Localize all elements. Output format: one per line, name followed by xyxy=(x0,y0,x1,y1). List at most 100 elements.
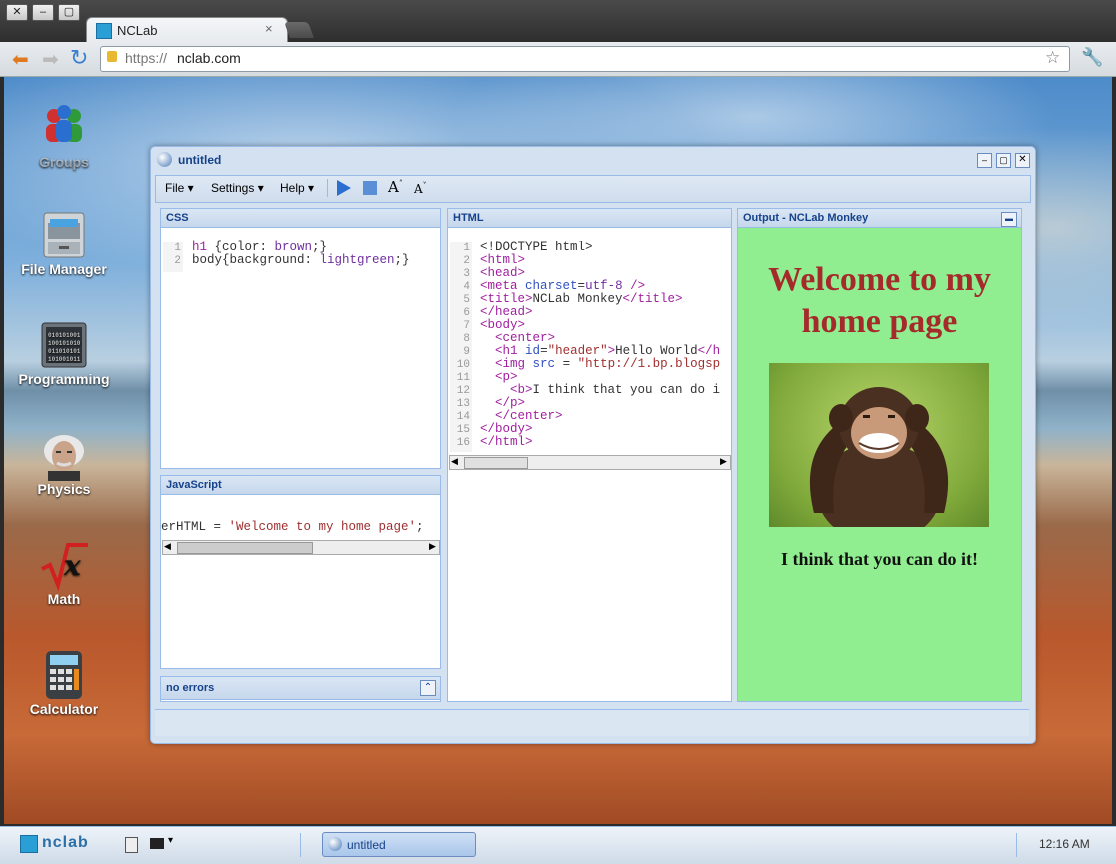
status-panel: no errors ⌃ xyxy=(160,676,441,702)
output-heading: Welcome to my home page xyxy=(768,261,991,340)
svg-text:011010101: 011010101 xyxy=(48,348,81,355)
clock: 12:16 AM xyxy=(1039,837,1090,851)
nclab-window: untitled – ▢ ✕ File ▾ Settings ▾ Help ▾ … xyxy=(150,146,1036,744)
taskbar-separator xyxy=(300,833,301,857)
menu-separator xyxy=(327,179,328,197)
taskbar-window-button[interactable]: untitled xyxy=(322,832,476,857)
window-menubar: File ▾ Settings ▾ Help ▾ A˄ A˅ xyxy=(155,175,1031,203)
output-text: I think that you can do it! xyxy=(780,549,979,569)
scroll-thumb[interactable] xyxy=(177,542,313,554)
css-code-editor[interactable]: h1 {color: brown;} body{background: light… xyxy=(192,241,410,267)
status-text: no errors xyxy=(161,677,440,700)
browser-tab[interactable]: NCLab × xyxy=(86,17,288,43)
scroll-left-icon[interactable]: ◀ xyxy=(451,456,458,467)
reload-icon[interactable]: ↻ xyxy=(70,45,88,71)
html-code-editor[interactable]: <!DOCTYPE html> <html> <head> <meta charset… xyxy=(480,241,730,449)
html-horizontal-scrollbar[interactable]: ◀ ▶ xyxy=(449,455,731,470)
pin-icon[interactable]: ▬ xyxy=(1001,212,1017,227)
nclab-cube-icon xyxy=(20,835,38,853)
wrench-icon[interactable]: 🔧 xyxy=(1081,47,1103,68)
svg-text:101001011: 101001011 xyxy=(48,356,81,363)
bookmark-star-icon[interactable]: ☆ xyxy=(1045,48,1060,68)
panel-title: JavaScript xyxy=(161,476,440,495)
line-numbers: 12 xyxy=(163,242,183,272)
window-minimize-icon[interactable]: – xyxy=(977,153,992,168)
scroll-thumb[interactable] xyxy=(464,457,528,469)
notes-icon[interactable] xyxy=(125,837,138,853)
url-scheme: https:// xyxy=(125,50,168,66)
window-maximize-icon[interactable]: ▢ xyxy=(996,153,1011,168)
js-code-editor[interactable]: erHTML = 'Welcome to my home page'; xyxy=(161,521,424,534)
window-close-icon[interactable]: ✕ xyxy=(1015,153,1030,168)
run-play-icon[interactable] xyxy=(337,180,351,196)
svg-text:x: x xyxy=(63,549,81,582)
close-tab-icon[interactable]: × xyxy=(265,21,273,36)
window-titlebar[interactable]: untitled – ▢ ✕ xyxy=(151,147,1035,173)
desktop-icon-label: Groups xyxy=(39,154,89,170)
desktop-icon-label: Math xyxy=(47,591,81,607)
output-panel: Output - NCLab Monkey ▬ Welcome to my ho… xyxy=(737,208,1022,702)
expand-up-icon[interactable]: ⌃ xyxy=(420,680,436,696)
globe-icon xyxy=(328,837,342,851)
tab-title: NCLab xyxy=(117,23,158,38)
menu-settings[interactable]: Settings ▾ xyxy=(211,181,264,195)
stop-icon[interactable] xyxy=(363,181,377,195)
css-line: body{background: lightgreen;} xyxy=(192,253,410,267)
menu-file[interactable]: File ▾ xyxy=(165,181,194,195)
monkey-image xyxy=(769,363,989,527)
panel-title: CSS xyxy=(161,209,440,228)
window-title: untitled xyxy=(178,153,222,167)
desktop-icon-file-manager[interactable]: File Manager xyxy=(9,209,119,277)
desktop-switch-icon[interactable] xyxy=(150,838,164,849)
file-cabinet-icon xyxy=(38,209,90,258)
desktop-icon-programming[interactable]: 010101001 100101010 011010101 101001011 Pro… xyxy=(9,319,119,387)
browser-titlebar: ✕ – ▢ NCLab × xyxy=(0,0,1116,43)
nclab-logo-text: nclab xyxy=(42,834,89,851)
desktop-icon-label: Programming xyxy=(18,371,110,387)
taskbar-separator xyxy=(1016,833,1017,857)
sqrt-x-icon: x xyxy=(38,539,90,592)
svg-text:100101010: 100101010 xyxy=(48,340,81,347)
desktop-icon-calculator[interactable]: Calculator xyxy=(9,649,119,717)
lock-icon xyxy=(107,51,117,62)
binary-screen-icon: 010101001 100101010 011010101 101001011 xyxy=(38,319,90,368)
svg-text:010101001: 010101001 xyxy=(48,332,81,339)
minimize-window-button[interactable]: – xyxy=(32,4,54,21)
font-increase-icon[interactable]: A˄ xyxy=(388,178,403,196)
panel-title: HTML xyxy=(448,209,731,228)
desktop-icon-physics[interactable]: Physics xyxy=(9,429,119,497)
nclab-cube-icon xyxy=(96,23,112,39)
maximize-window-button[interactable]: ▢ xyxy=(58,4,80,21)
einstein-icon xyxy=(38,429,90,481)
close-window-button[interactable]: ✕ xyxy=(6,4,28,21)
chevron-down-icon[interactable]: ▾ xyxy=(168,835,173,846)
desktop-icon-label: Calculator xyxy=(29,701,99,717)
globe-icon xyxy=(157,152,172,167)
line-numbers: 1 2 3 4 5 6 7 8 9 10 11 12 13 14 15 16 xyxy=(450,242,472,452)
desktop-icon-groups[interactable]: Groups xyxy=(9,102,119,170)
taskbar: nclab ▾ untitled 12:16 AM xyxy=(0,826,1116,864)
javascript-panel: JavaScript erHTML = 'Welcome to my home … xyxy=(160,475,441,669)
js-horizontal-scrollbar[interactable]: ◀ ▶ xyxy=(162,540,440,555)
html-panel: HTML 1 2 3 4 5 6 7 8 9 10 11 12 13 14 15… xyxy=(447,208,732,702)
css-panel: CSS 12 h1 {color: brown;} body{background… xyxy=(160,208,441,469)
url-host: nclab.com xyxy=(177,50,241,66)
new-tab-button[interactable] xyxy=(284,22,314,38)
window-footer xyxy=(155,709,1029,736)
menu-help[interactable]: Help ▾ xyxy=(280,181,314,195)
forward-arrow-icon[interactable]: ➡ xyxy=(42,47,59,72)
scroll-right-icon[interactable]: ▶ xyxy=(429,541,436,552)
calculator-icon xyxy=(38,649,90,699)
js-string-literal: 'Welcome to my home page' xyxy=(228,520,417,534)
taskbar-window-label: untitled xyxy=(347,838,386,852)
js-code-text: erHTML = xyxy=(161,520,229,534)
back-arrow-icon[interactable]: ⬅ xyxy=(12,47,29,72)
address-bar[interactable]: https:// nclab.com ☆ xyxy=(100,46,1070,72)
desktop-icon-label: Physics xyxy=(37,481,91,497)
scroll-left-icon[interactable]: ◀ xyxy=(164,541,171,552)
scroll-right-icon[interactable]: ▶ xyxy=(720,456,727,467)
desktop-icon-math[interactable]: x Math xyxy=(9,539,119,607)
desktop-icon-label: File Manager xyxy=(21,261,107,277)
font-decrease-icon[interactable]: A˅ xyxy=(414,181,427,196)
groups-icon xyxy=(38,102,90,150)
